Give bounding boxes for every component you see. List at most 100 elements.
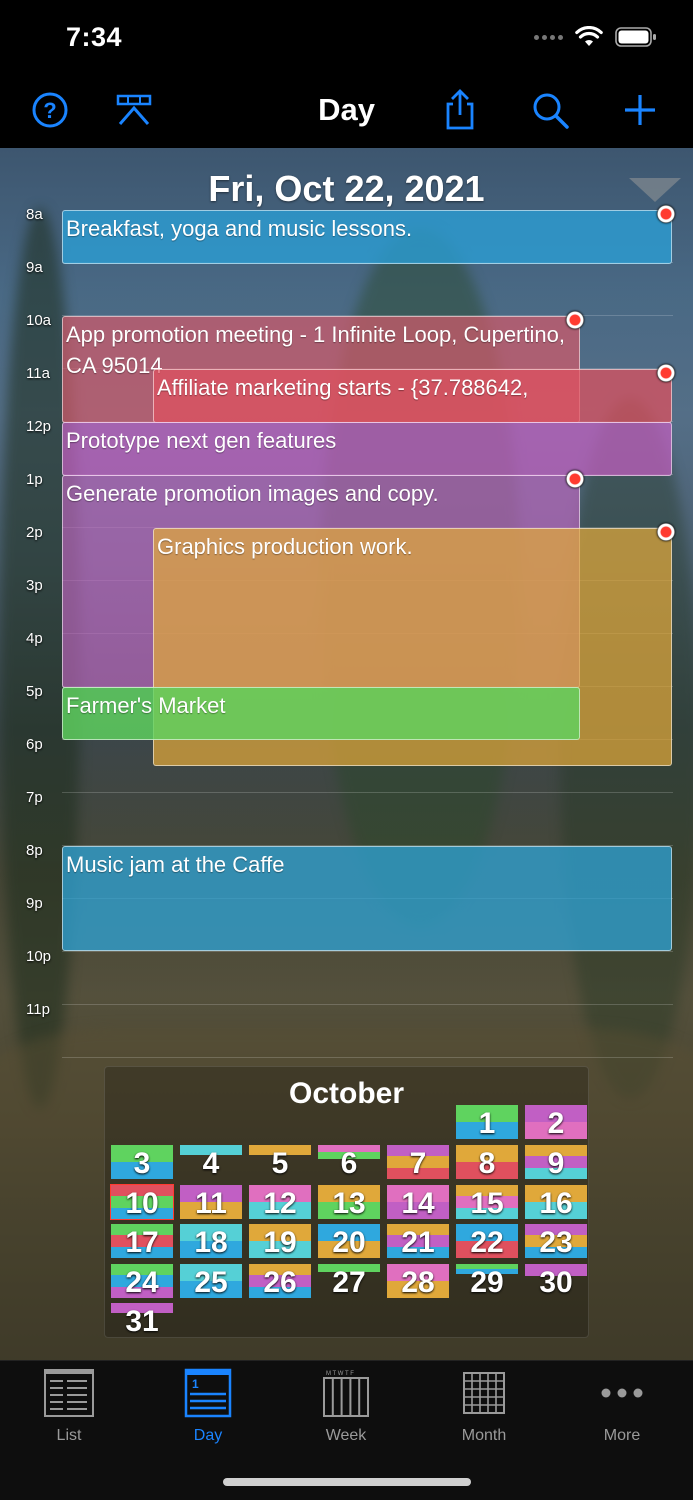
mini-month-day-number: 22	[470, 1226, 504, 1259]
mini-month-day-number: 9	[547, 1147, 565, 1180]
list-icon	[43, 1367, 95, 1419]
dropdown-triangle-icon[interactable]	[629, 178, 681, 202]
hour-label: 9a	[26, 259, 43, 276]
event-block[interactable]: Breakfast, yoga and music lessons.	[62, 210, 672, 264]
hour-label: 4p	[26, 630, 43, 647]
share-icon[interactable]	[438, 88, 482, 132]
hour-label: 6p	[26, 736, 43, 753]
mini-month-day[interactable]: 14	[387, 1185, 449, 1220]
event-block[interactable]: Affiliate marketing starts - {37.788642,	[153, 369, 672, 423]
mini-month-day[interactable]: 30	[525, 1264, 587, 1299]
hour-label: 10p	[26, 948, 52, 965]
mini-month-day[interactable]: 6	[318, 1145, 380, 1180]
alarm-indicator-icon	[657, 205, 675, 223]
mini-month-day[interactable]: 18	[180, 1224, 242, 1259]
date-heading[interactable]: Fri, Oct 22, 2021	[0, 168, 693, 210]
mini-month-day[interactable]: 28	[387, 1264, 449, 1299]
mini-month-day-number: 13	[332, 1187, 366, 1220]
mini-month-day-number: 25	[194, 1266, 228, 1299]
mini-month-day[interactable]: 13	[318, 1185, 380, 1220]
mini-month-day-number: 8	[478, 1147, 496, 1180]
hour-label: 11p	[26, 1001, 50, 1018]
mini-month-day[interactable]: 15	[456, 1185, 518, 1220]
mini-month-day[interactable]: 4	[180, 1145, 242, 1180]
mini-month-day[interactable]: 11	[180, 1185, 242, 1220]
mini-month-day-number: 18	[194, 1226, 228, 1259]
mini-month-day[interactable]: 31	[111, 1303, 173, 1338]
mini-month-day[interactable]: 27	[318, 1264, 380, 1299]
tab-month[interactable]: Month	[424, 1367, 544, 1445]
event-title: Prototype next gen features	[66, 428, 337, 453]
mini-month-day-number: 21	[401, 1226, 435, 1259]
svg-text:1: 1	[192, 1377, 199, 1391]
mini-month-day[interactable]: 8	[456, 1145, 518, 1180]
mini-month-day[interactable]: 5	[249, 1145, 311, 1180]
tab-label: Month	[461, 1427, 507, 1444]
day-view[interactable]: Fri, Oct 22, 2021 8a 9a 10a 11a 12p 1p 2p 3p 4p 5…	[0, 148, 693, 1360]
tab-label: Day	[193, 1427, 223, 1444]
mini-month-day-number: 12	[263, 1187, 297, 1220]
alarm-indicator-icon	[566, 311, 584, 329]
mini-month-day-number: 23	[539, 1226, 573, 1259]
more-icon	[596, 1367, 648, 1419]
mini-month-day-number: 14	[401, 1187, 435, 1220]
mini-month-day[interactable]: 10	[110, 1184, 174, 1220]
week-icon: M T W T F	[320, 1367, 372, 1419]
mini-month-day-number: 17	[125, 1226, 159, 1259]
mini-month-calendar[interactable]: October 1 2 3 4 5 6 7 8 9 10 11 12 13 14 15 16 17 18 19 20 2…	[104, 1066, 589, 1338]
mini-month-day-number: 15	[470, 1187, 504, 1220]
hour-divider	[62, 951, 673, 952]
hour-label: 1p	[26, 471, 43, 488]
mini-month-day[interactable]: 20	[318, 1224, 380, 1259]
search-icon[interactable]	[528, 88, 572, 132]
tab-day[interactable]: 1 Day	[148, 1367, 268, 1445]
mini-month-day[interactable]: 17	[111, 1224, 173, 1259]
event-block[interactable]: Prototype next gen features	[62, 422, 672, 476]
mini-month-day-number: 7	[409, 1147, 427, 1180]
mini-month-day[interactable]: 1	[456, 1105, 518, 1140]
mini-month-day[interactable]: 7	[387, 1145, 449, 1180]
cellular-signal-icon	[534, 34, 563, 40]
status-bar: 7:34	[0, 0, 693, 76]
mini-month-day-number: 27	[332, 1266, 366, 1299]
alarm-indicator-icon	[657, 364, 675, 382]
hour-label: 3p	[26, 577, 43, 594]
mini-month-day[interactable]: 29	[456, 1264, 518, 1299]
nav-title: Day	[318, 92, 375, 127]
tab-label: More	[603, 1427, 641, 1444]
mini-month-day[interactable]: 26	[249, 1264, 311, 1299]
mini-month-day-number: 29	[470, 1266, 504, 1299]
day-icon: 1	[182, 1367, 234, 1419]
mini-month-day-number: 30	[539, 1266, 573, 1299]
mini-month-day[interactable]: 3	[111, 1145, 173, 1180]
mini-month-day[interactable]: 19	[249, 1224, 311, 1259]
tab-week[interactable]: M T W T F Week	[286, 1367, 406, 1445]
mini-month-day[interactable]: 16	[525, 1185, 587, 1220]
month-icon	[458, 1367, 510, 1419]
event-title: Affiliate marketing starts - {37.788642,	[157, 375, 529, 400]
plus-icon[interactable]	[618, 88, 662, 132]
mini-month-day[interactable]: 23	[525, 1224, 587, 1259]
mini-month-day[interactable]: 24	[111, 1264, 173, 1299]
tab-more[interactable]: More	[562, 1367, 682, 1445]
event-block[interactable]: Music jam at the Caffe	[62, 846, 672, 951]
home-indicator[interactable]	[223, 1478, 471, 1486]
tab-list[interactable]: List	[9, 1367, 129, 1445]
event-title: Breakfast, yoga and music lessons.	[66, 216, 413, 241]
mini-month-day[interactable]: 25	[180, 1264, 242, 1299]
event-block[interactable]: Farmer's Market	[62, 687, 580, 740]
mini-month-day-number: 31	[125, 1305, 159, 1338]
hour-label: 11a	[26, 365, 50, 382]
hour-label: 2p	[26, 524, 43, 541]
mini-month-day[interactable]: 21	[387, 1224, 449, 1259]
mini-month-day-number: 10	[125, 1187, 159, 1220]
hour-label: 9p	[26, 895, 43, 912]
mini-month-day[interactable]: 9	[525, 1145, 587, 1180]
mini-month-day[interactable]: 22	[456, 1224, 518, 1259]
mini-month-day[interactable]: 2	[525, 1105, 587, 1140]
hour-label: 5p	[26, 683, 43, 700]
mini-month-day[interactable]: 12	[249, 1185, 311, 1220]
hour-label: 7p	[26, 789, 43, 806]
hour-divider	[62, 1004, 673, 1005]
alarm-indicator-icon	[657, 523, 675, 541]
